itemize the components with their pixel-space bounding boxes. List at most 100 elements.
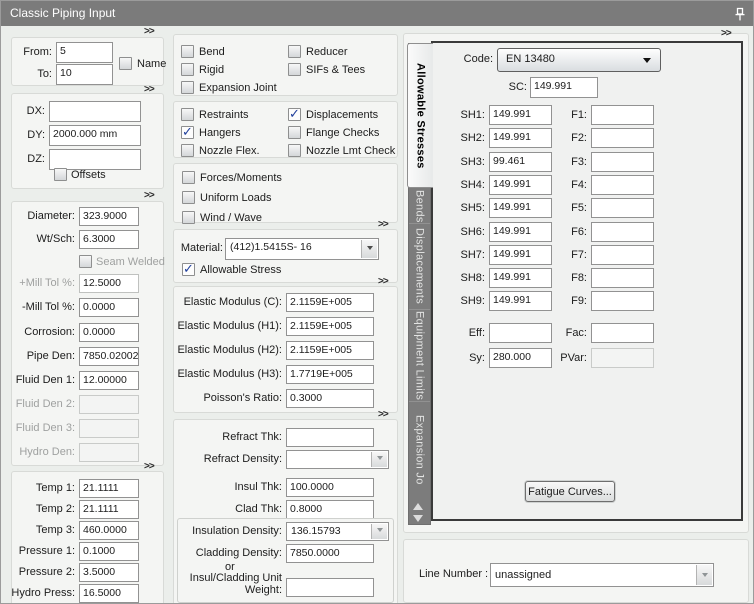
flange-checks-checkbox[interactable] [288, 126, 301, 139]
refract-density-combobox[interactable] [286, 450, 389, 469]
f8-field[interactable] [591, 268, 654, 288]
temp-1-label: Temp 1: [9, 482, 75, 494]
sh8-field[interactable]: 149.991 [489, 268, 552, 288]
tab-bends[interactable]: Bends [409, 189, 430, 223]
clad-thk-field[interactable]: 0.8000 [286, 500, 374, 519]
hydro-press-field[interactable]: 16.5000 [79, 584, 139, 603]
plus-mill-tol-field[interactable]: 12.5000 [79, 274, 139, 293]
pin-icon[interactable] [734, 6, 746, 21]
sh6-field[interactable]: 149.991 [489, 222, 552, 242]
elastic-modulus-h2-field[interactable]: 2.1159E+005 [286, 341, 374, 360]
restraints-checkbox[interactable] [181, 108, 194, 121]
tab-allowable-stresses[interactable]: Allowable Stresses [407, 43, 433, 188]
insul-cladding-unit-weight-field[interactable] [286, 578, 374, 597]
fluid-density-2-field[interactable] [79, 395, 139, 414]
corrosion-field[interactable]: 0.0000 [79, 323, 139, 342]
sh4-field[interactable]: 149.991 [489, 175, 552, 195]
line-number-combobox[interactable]: unassigned [490, 563, 714, 587]
sh3-field[interactable]: 99.461 [489, 152, 552, 172]
bend-checkbox[interactable] [181, 45, 194, 58]
tab-scroll-up-button[interactable] [413, 503, 423, 510]
hydro-density-field[interactable] [79, 443, 139, 462]
f1-field[interactable] [591, 105, 654, 125]
f4-field[interactable] [591, 175, 654, 195]
temps-group-expander[interactable]: >> [144, 462, 154, 472]
wind-wave-checkbox[interactable] [182, 211, 195, 224]
fatigue-curves-button[interactable]: Fatigue Curves... [525, 481, 615, 502]
tab-expansion-joints[interactable]: Expansion Jo [409, 401, 430, 498]
dz-field[interactable] [49, 149, 141, 170]
sh7-field[interactable]: 149.991 [489, 245, 552, 265]
pressure-2-field[interactable]: 3.5000 [79, 563, 139, 582]
cladding-density-field[interactable]: 7850.0000 [286, 544, 374, 563]
displacements-checkbox[interactable] [288, 108, 301, 121]
elastic-modulus-h3-field[interactable]: 1.7719E+005 [286, 365, 374, 384]
eff-field[interactable] [489, 323, 552, 343]
temp-2-field[interactable]: 21.1111 [79, 500, 139, 519]
nozzle-flex-checkbox[interactable] [181, 144, 194, 157]
fluid-density-3-field[interactable] [79, 419, 139, 438]
poissons-ratio-field[interactable]: 0.3000 [286, 389, 374, 408]
temp-1-field[interactable]: 21.1111 [79, 479, 139, 498]
elastic-modulus-c-field[interactable]: 2.1159E+005 [286, 293, 374, 312]
elastic-modulus-h1-field[interactable]: 2.1159E+005 [286, 317, 374, 336]
uniform-loads-checkbox[interactable] [182, 191, 195, 204]
to-field[interactable]: 10 [56, 64, 113, 85]
rigid-checkbox[interactable] [181, 63, 194, 76]
material-combobox[interactable]: (412)1.5415S- 16 [225, 238, 379, 260]
diameter-field[interactable]: 323.9000 [79, 207, 139, 226]
minus-mill-tol-field[interactable]: 0.0000 [79, 298, 139, 317]
line-number-dropdown-arrow-icon[interactable] [696, 565, 712, 585]
insul-cladding-unit-weight-label: Insul/Cladding Unit Weight: [179, 572, 282, 596]
stresses-panel-expander[interactable]: >> [721, 29, 731, 39]
sifs-tees-checkbox[interactable] [288, 63, 301, 76]
pressure-1-field[interactable]: 0.1000 [79, 542, 139, 561]
pipe-density-field[interactable]: 7850.02002 [79, 347, 139, 366]
tab-scroll-down-button[interactable] [413, 515, 423, 522]
tab-displacements[interactable]: Displacements [409, 223, 430, 309]
insul-thk-field[interactable]: 100.0000 [286, 478, 374, 497]
refract-density-dropdown-arrow-icon[interactable] [371, 452, 387, 467]
sh2-field[interactable]: 149.991 [489, 128, 552, 148]
f6-field[interactable] [591, 222, 654, 242]
direction-group-expander[interactable]: >> [144, 85, 154, 95]
insulation-density-dropdown-arrow-icon[interactable] [371, 524, 387, 539]
f2-field[interactable] [591, 128, 654, 148]
tab-equipment-limits[interactable]: Equipment Limits [409, 309, 430, 401]
sc-field[interactable]: 149.991 [530, 77, 598, 98]
from-field[interactable]: 5 [56, 42, 113, 63]
offsets-checkbox[interactable] [54, 168, 67, 181]
sh5-field[interactable]: 149.991 [489, 198, 552, 218]
reducer-checkbox[interactable] [288, 45, 301, 58]
hangers-checkbox[interactable] [181, 126, 194, 139]
temp-3-field[interactable]: 460.0000 [79, 521, 139, 540]
sy-field[interactable]: 280.000 [489, 348, 552, 368]
pvar-field[interactable] [591, 348, 654, 368]
refract-thk-field[interactable] [286, 428, 374, 447]
code-combobox[interactable]: EN 13480 [497, 48, 661, 72]
forces-moments-checkbox[interactable] [182, 171, 195, 184]
dx-field[interactable] [49, 101, 141, 122]
expansion-joint-checkbox[interactable] [181, 81, 194, 94]
f7-field[interactable] [591, 245, 654, 265]
node-group-expander[interactable]: >> [144, 27, 154, 37]
wtsch-field[interactable]: 6.3000 [79, 230, 139, 249]
f9-field[interactable] [591, 291, 654, 311]
f3-field[interactable] [591, 152, 654, 172]
material-group-expander[interactable]: >> [378, 220, 388, 230]
name-checkbox[interactable] [119, 57, 132, 70]
fac-field[interactable] [591, 323, 654, 343]
pipe-group-expander[interactable]: >> [144, 191, 154, 201]
nozzle-lmt-check-checkbox[interactable] [288, 144, 301, 157]
fluid-density-1-field[interactable]: 12.00000 [79, 371, 139, 390]
elastic-group-expander[interactable]: >> [378, 277, 388, 287]
insulation-density-combobox[interactable]: 136.15793 [286, 522, 389, 541]
allowable-stress-checkbox[interactable] [182, 263, 195, 276]
dy-field[interactable]: 2000.000 mm [49, 125, 141, 146]
insulation-group-expander[interactable]: >> [378, 410, 388, 420]
f5-field[interactable] [591, 198, 654, 218]
material-dropdown-arrow-icon[interactable] [361, 240, 377, 258]
sh1-field[interactable]: 149.991 [489, 105, 552, 125]
seam-welded-checkbox[interactable] [79, 255, 92, 268]
sh9-field[interactable]: 149.991 [489, 291, 552, 311]
